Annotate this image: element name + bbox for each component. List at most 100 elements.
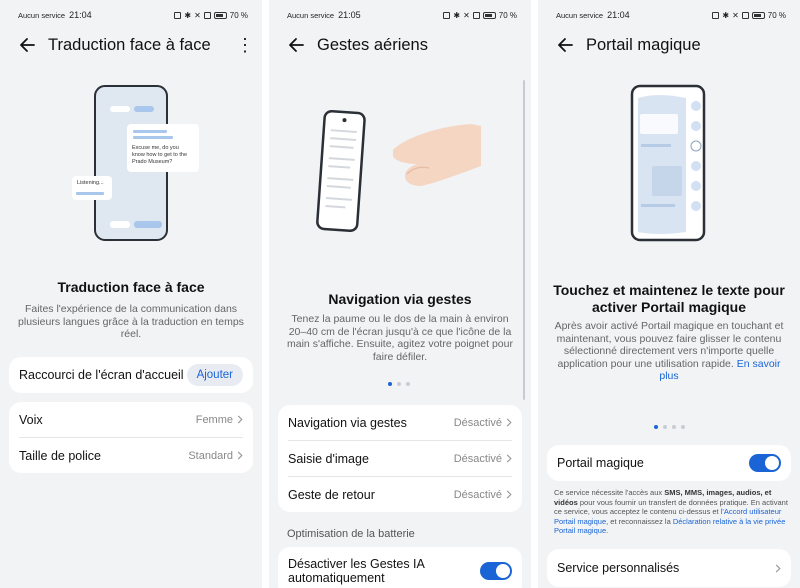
carrier-label: Aucun service [556,10,604,20]
back-gesture-value: Désactivé [453,488,502,501]
status-bar: Aucun service 21:04 ✱ ✕ 70 % [556,9,786,21]
voice-label: Voix [19,412,43,427]
clock: 21:04 [69,10,92,20]
gesture-navigation-row[interactable]: Navigation via gestes Désactivé [278,405,522,440]
personalized-service-row[interactable]: Service personnalisés [547,549,791,587]
page-dot [681,425,685,429]
shortcut-label: Raccourci de l'écran d'accueil [19,368,184,382]
settings-card: Voix Femme Taille de police Standard [9,402,253,473]
silent-icon: ✕ [194,10,201,20]
page-title: Traduction face à face [48,35,211,54]
vibrate-icon [472,11,480,19]
font-size-row[interactable]: Taille de police Standard [9,438,253,473]
battery-card: Désactiver les Gestes IA automatiquement [278,547,522,588]
chevron-right-icon [506,418,512,427]
bluetooth-icon: ✱ [184,10,192,20]
battery-level: 70 % [498,10,517,20]
add-button[interactable]: Ajouter [186,364,243,386]
content-description: Faites l'expérience de la communication … [18,303,244,340]
battery-icon [482,11,496,19]
page-dot [663,425,667,429]
magic-portal-row[interactable]: Portail magique [547,445,791,481]
section-title: Optimisation de la batterie [287,528,415,540]
page-dot-active [388,382,392,386]
status-bar: Aucun service 21:05 ✱ ✕ 70 % [287,9,517,21]
content-title: Traduction face à face [57,279,205,295]
battery-level: 70 % [767,10,786,20]
note-text: . [606,526,609,535]
personalized-service-label: Service personnalisés [557,561,680,575]
scrollbar[interactable] [523,80,525,400]
permission-note: Ce service nécessite l'accès aux SMS, MM… [554,488,788,536]
more-vert-icon[interactable]: ⋮ [236,36,254,54]
magic-portal-toggle[interactable] [749,454,781,472]
battery-icon [751,11,765,19]
back-gesture-row[interactable]: Geste de retour Désactivé [278,477,522,512]
page-dot [397,382,401,386]
gesture-navigation-value: Désactivé [453,416,502,429]
listening-text: Listening... [77,180,104,186]
page-title: Gestes aériens [317,35,428,54]
image-capture-row[interactable]: Saisie d'image Désactivé [278,441,522,476]
gesture-settings-card: Navigation via gestes Désactivé Saisie d… [278,405,522,512]
voice-row[interactable]: Voix Femme [9,402,253,437]
clock: 21:05 [338,10,361,20]
nfc-icon [174,11,182,19]
content-title: Navigation via gestes [328,291,472,307]
page-title: Portail magique [586,35,701,54]
bluetooth-icon: ✱ [722,10,730,20]
battery-level: 70 % [229,10,248,20]
carrier-label: Aucun service [287,10,335,20]
magic-portal-label: Portail magique [557,456,644,470]
chevron-right-icon [237,415,243,424]
page-dot-active [654,425,658,429]
clock: 21:04 [607,10,630,20]
chevron-right-icon [775,564,781,573]
auto-disable-label: Désactiver les Gestes IA automatiquement [288,557,425,585]
chevron-right-icon [506,490,512,499]
air-gestures-screen: Aucun service 21:05 ✱ ✕ 70 % Gestes aéri… [269,0,531,588]
font-size-label: Taille de police [19,448,101,463]
note-text: , et reconnaissez la [606,516,671,526]
status-bar: Aucun service 21:04 ✱ ✕ 70 % [18,9,248,21]
magic-portal-card: Portail magique [547,445,791,481]
service-card: Service personnalisés [547,549,791,587]
vibrate-icon [203,11,211,19]
auto-disable-row[interactable]: Désactiver les Gestes IA automatiquement [278,547,522,588]
page-dot [672,425,676,429]
gesture-illustration [316,109,481,233]
back-arrow-icon[interactable] [18,36,36,54]
back-gesture-label: Geste de retour [288,487,375,502]
translation-screen: Aucun service 21:04 ✱ ✕ 70 % Traduction … [0,0,262,588]
battery-icon [213,11,227,19]
page-indicator [388,382,410,386]
nfc-icon [443,11,451,19]
shortcut-row[interactable]: Raccourci de l'écran d'accueil Ajouter [9,357,253,393]
shortcut-card: Raccourci de l'écran d'accueil Ajouter [9,357,253,393]
bubble-text: Excuse me, do you know how to get to the… [132,145,188,165]
note-text: Ce service nécessite l'accès aux [554,488,663,497]
carrier-label: Aucun service [18,10,66,20]
back-arrow-icon[interactable] [556,36,574,54]
font-size-value: Standard [188,449,233,462]
gesture-navigation-label: Navigation via gestes [288,415,407,430]
image-capture-value: Désactivé [453,452,502,465]
magic-portal-illustration [630,84,706,242]
voice-value: Femme [195,413,233,426]
magic-portal-screen: Aucun service 21:04 ✱ ✕ 70 % Portail mag… [538,0,800,588]
silent-icon: ✕ [463,10,470,20]
content-title: Touchez et maintenez le texte pour activ… [553,282,785,315]
page-dot [406,382,410,386]
bluetooth-icon: ✱ [453,10,461,20]
image-capture-label: Saisie d'image [288,451,369,466]
page-indicator [654,425,685,429]
vibrate-icon [741,11,749,19]
chevron-right-icon [506,454,512,463]
content-description: Tenez la paume ou le dos de la main à en… [287,313,513,363]
nfc-icon [712,11,720,19]
chevron-right-icon [237,451,243,460]
auto-disable-toggle[interactable] [480,562,512,580]
back-arrow-icon[interactable] [287,36,305,54]
silent-icon: ✕ [732,10,739,20]
content-description: Après avoir activé Portail magique en to… [554,320,784,383]
